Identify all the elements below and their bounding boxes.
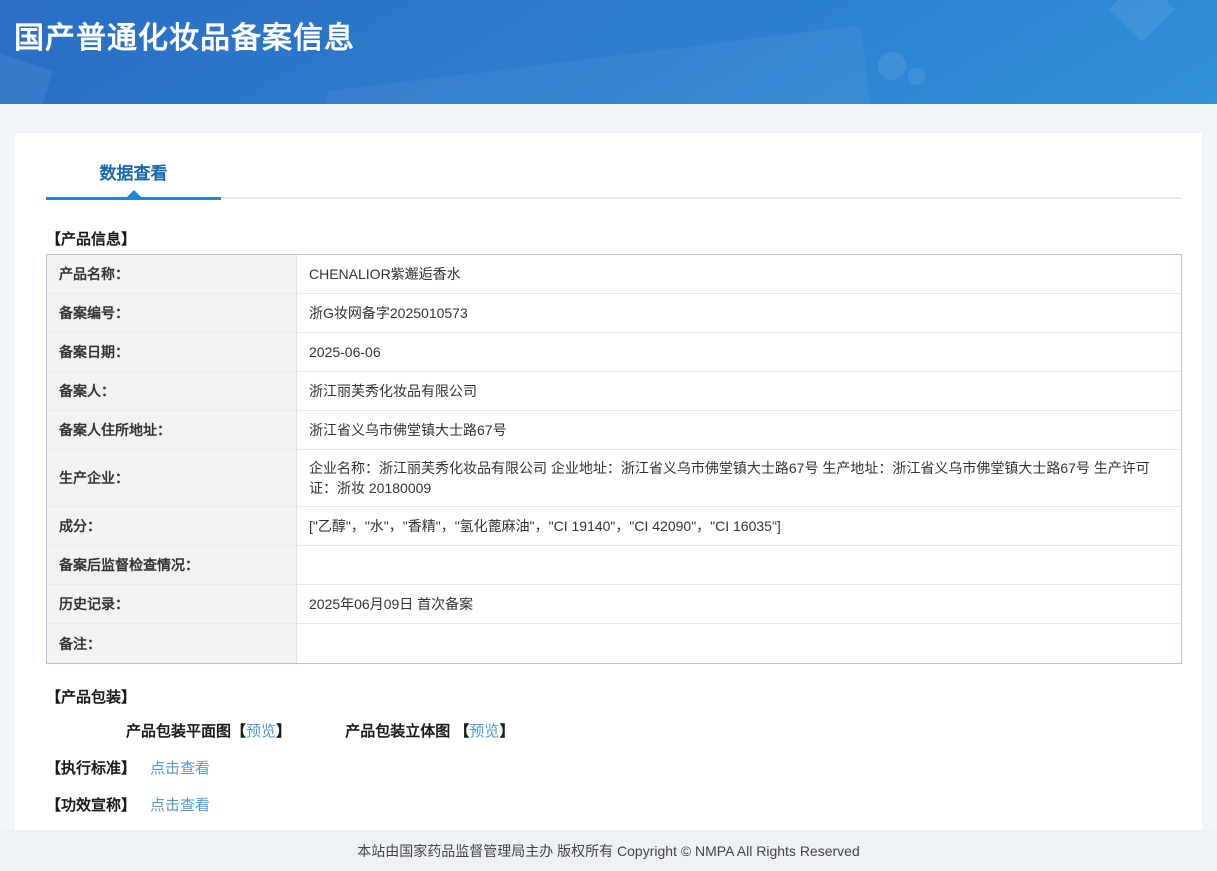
packaging-flat-item: 产品包装平面图【预览】	[126, 723, 291, 740]
packaging-3d-label: 产品包装立体图	[345, 723, 455, 740]
row-value: CHENALIOR紫邂逅香水	[309, 266, 461, 282]
packaging-flat-label: 产品包装平面图	[126, 723, 232, 740]
content-card: 数据查看 【产品信息】 产品名称： CHENALIOR紫邂逅香水 备案编号： 浙…	[15, 133, 1202, 830]
bracket-close: 】	[499, 723, 515, 740]
row-value: 2025-06-06	[309, 344, 381, 360]
row-label: 历史记录：	[47, 585, 297, 623]
header-decoration-circle	[908, 68, 925, 85]
table-row: 生产企业： 企业名称：浙江丽芙秀化妆品有限公司 企业地址：浙江省义乌市佛堂镇大士…	[47, 450, 1181, 507]
table-row: 历史记录： 2025年06月09日 首次备案	[47, 585, 1181, 624]
section-title-product-info: 【产品信息】	[46, 231, 137, 248]
table-row: 备案人住所地址： 浙江省义乌市佛堂镇大士路67号	[47, 411, 1181, 450]
row-label: 备案人住所地址：	[47, 411, 297, 449]
table-row: 备案日期： 2025-06-06	[47, 333, 1181, 372]
table-row: 备案编号： 浙G妆网备字2025010573	[47, 294, 1181, 333]
efficacy-view-link[interactable]: 点击查看	[150, 794, 210, 815]
row-value: 浙江丽芙秀化妆品有限公司	[309, 383, 477, 399]
standard-row: 【执行标准】 点击查看	[46, 757, 1182, 778]
row-value: 浙G妆网备字2025010573	[309, 305, 468, 321]
table-row: 备案人： 浙江丽芙秀化妆品有限公司	[47, 372, 1181, 411]
bracket-close: 】	[276, 723, 292, 740]
row-value: 浙江省义乌市佛堂镇大士路67号	[309, 422, 507, 438]
table-row: 备案后监督检查情况：	[47, 546, 1181, 585]
standard-view-link[interactable]: 点击查看	[150, 757, 210, 778]
packaging-flat-preview-link[interactable]: 预览	[246, 723, 276, 740]
header-decoration-circle	[878, 52, 906, 80]
tab-active-underline	[46, 190, 221, 200]
section-title-efficacy: 【功效宣称】	[46, 797, 137, 814]
bracket-open: 【	[454, 723, 470, 740]
page-footer: 本站由国家药品监督管理局主办 版权所有 Copyright © NMPA All…	[0, 830, 1217, 871]
header-banner: 国产普通化妆品备案信息	[0, 0, 1217, 104]
efficacy-row: 【功效宣称】 点击查看	[46, 794, 1182, 815]
row-label: 备案编号：	[47, 294, 297, 332]
tab-data-view-label: 数据查看	[99, 164, 168, 183]
row-value	[297, 546, 1181, 584]
header-decoration-shape	[0, 52, 53, 104]
footer-copyright-text: 本站由国家药品监督管理局主办 版权所有 Copyright © NMPA All…	[357, 842, 860, 859]
header-decoration-diamond	[1109, 0, 1175, 42]
row-value	[297, 624, 1181, 663]
row-label: 产品名称：	[47, 255, 297, 293]
row-label: 成分：	[47, 507, 297, 545]
header-decoration-shape	[324, 25, 876, 104]
section-title-standard: 【执行标准】	[46, 760, 137, 777]
row-value: 2025年06月09日 首次备案	[309, 596, 474, 612]
packaging-3d-item: 产品包装立体图 【预览】	[345, 723, 514, 740]
row-label: 生产企业：	[47, 450, 297, 506]
row-label: 备案日期：	[47, 333, 297, 371]
row-label: 备案人：	[47, 372, 297, 410]
table-row: 产品名称： CHENALIOR紫邂逅香水	[47, 255, 1181, 294]
product-info-table: 产品名称： CHENALIOR紫邂逅香水 备案编号： 浙G妆网备字2025010…	[46, 254, 1182, 664]
table-row: 备注：	[47, 624, 1181, 663]
packaging-links-row: 产品包装平面图【预览】 产品包装立体图 【预览】	[46, 720, 1182, 741]
section-title-packaging: 【产品包装】	[46, 689, 137, 706]
tab-active-caret-icon	[126, 190, 141, 197]
page-title: 国产普通化妆品备案信息	[14, 22, 355, 55]
row-label: 备注：	[47, 624, 297, 663]
row-value: ["乙醇"，"水"，"香精"，"氢化蓖麻油"，"CI 19140"，"CI 42…	[309, 518, 781, 534]
row-label: 备案后监督检查情况：	[47, 546, 297, 584]
packaging-3d-preview-link[interactable]: 预览	[469, 723, 499, 740]
table-row: 成分： ["乙醇"，"水"，"香精"，"氢化蓖麻油"，"CI 19140"，"C…	[47, 507, 1181, 546]
tab-bar: 数据查看	[46, 163, 1182, 200]
row-value: 企业名称：浙江丽芙秀化妆品有限公司 企业地址：浙江省义乌市佛堂镇大士路67号 生…	[309, 460, 1150, 496]
bracket-open: 【	[231, 723, 247, 740]
